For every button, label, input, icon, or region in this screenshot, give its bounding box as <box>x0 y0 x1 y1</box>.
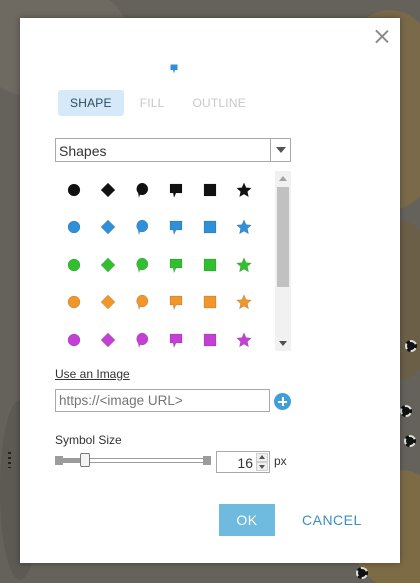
symbol-dialog: SHAPE FILL OUTLINE Shapes Use an Image S… <box>20 18 400 563</box>
square-glyph <box>203 258 217 271</box>
square-glyph <box>203 333 217 346</box>
symbol-grid-scrollbar[interactable] <box>275 171 291 351</box>
circle-glyph <box>67 183 81 196</box>
square-pin-symbol-icon[interactable] <box>159 171 193 209</box>
star-symbol-icon[interactable] <box>227 209 261 247</box>
pin-glyph <box>136 332 149 348</box>
diamond-symbol-icon[interactable] <box>91 246 125 284</box>
square-glyph <box>203 183 217 196</box>
square-symbol-icon[interactable] <box>193 171 227 209</box>
pin-symbol-icon[interactable] <box>125 209 159 247</box>
cancel-button[interactable]: CANCEL <box>302 504 366 536</box>
circle-glyph <box>67 296 81 309</box>
size-unit-label: px <box>274 454 287 468</box>
symbol-size-value[interactable]: 16 <box>237 455 253 471</box>
select-value: Shapes <box>59 143 107 159</box>
square-symbol-icon[interactable] <box>193 209 227 247</box>
symbol-size-slider[interactable] <box>55 453 211 467</box>
symbol-size-stepper[interactable]: 16 <box>216 451 270 473</box>
map-marker <box>400 405 412 417</box>
star-glyph <box>236 219 252 235</box>
square-glyph <box>203 221 217 234</box>
pin-glyph <box>136 219 149 235</box>
square-symbol-icon[interactable] <box>193 246 227 284</box>
scroll-up-arrow-icon[interactable] <box>279 176 287 181</box>
square-pin-glyph <box>169 258 183 274</box>
diamond-symbol-icon[interactable] <box>91 321 125 359</box>
pin-glyph <box>136 294 149 310</box>
close-icon[interactable] <box>374 28 390 44</box>
increment-arrow-icon[interactable] <box>256 453 268 462</box>
square-pin-glyph <box>169 183 183 199</box>
pin-glyph <box>136 257 149 273</box>
square-pin-symbol-icon[interactable] <box>159 246 193 284</box>
square-pin-glyph <box>169 333 183 349</box>
diamond-glyph <box>100 182 116 198</box>
image-url-input[interactable] <box>55 389 270 412</box>
star-symbol-icon[interactable] <box>227 321 261 359</box>
preview-fill <box>170 64 178 74</box>
map-marker <box>405 340 417 352</box>
square-symbol-icon[interactable] <box>193 284 227 322</box>
diamond-glyph <box>100 332 116 348</box>
square-pin-glyph <box>169 221 183 236</box>
select-arrow-button[interactable] <box>270 139 290 161</box>
circle-symbol-icon[interactable] <box>57 171 91 209</box>
star-glyph <box>236 294 252 310</box>
star-symbol-icon[interactable] <box>227 246 261 284</box>
pin-glyph <box>136 182 149 198</box>
scroll-thumb[interactable] <box>277 187 289 287</box>
diamond-symbol-icon[interactable] <box>91 209 125 247</box>
square-pin-symbol-icon[interactable] <box>159 284 193 322</box>
add-image-icon[interactable] <box>274 393 291 410</box>
diamond-glyph <box>100 294 116 310</box>
decrement-arrow-icon[interactable] <box>256 462 268 471</box>
star-symbol-icon[interactable] <box>227 284 261 322</box>
diamond-symbol-icon[interactable] <box>91 171 125 209</box>
tab-fill[interactable]: FILL <box>128 90 177 116</box>
star-glyph <box>236 181 252 198</box>
slider-endcap-right <box>203 456 211 465</box>
use-image-link[interactable]: Use an Image <box>55 367 130 381</box>
star-symbol-icon[interactable] <box>227 171 261 209</box>
circle-glyph <box>67 221 81 234</box>
map-marker <box>356 567 368 579</box>
chevron-down-icon <box>276 147 286 153</box>
star-glyph <box>236 331 252 348</box>
star-glyph <box>236 256 252 273</box>
slider-thumb[interactable] <box>80 453 90 467</box>
map-handle <box>8 452 11 468</box>
ok-button[interactable]: OK <box>219 504 275 536</box>
circle-symbol-icon[interactable] <box>57 284 91 322</box>
map-marker <box>404 435 416 447</box>
tab-outline[interactable]: OUTLINE <box>181 90 258 116</box>
circle-glyph <box>67 333 81 346</box>
square-pin-symbol-icon[interactable] <box>159 321 193 359</box>
square-pin-glyph <box>169 296 183 311</box>
circle-symbol-icon[interactable] <box>57 209 91 247</box>
slider-endcap-left <box>55 456 63 465</box>
diamond-glyph <box>100 257 116 273</box>
circle-symbol-icon[interactable] <box>57 246 91 284</box>
symbol-size-label: Symbol Size <box>55 433 122 447</box>
circle-glyph <box>67 258 81 271</box>
symbol-preview <box>170 64 178 74</box>
symbol-tabs: SHAPE FILL OUTLINE <box>58 90 262 116</box>
square-symbol-icon[interactable] <box>193 321 227 359</box>
symbol-category-select[interactable]: Shapes <box>55 138 291 162</box>
circle-symbol-icon[interactable] <box>57 321 91 359</box>
square-pin-symbol-icon[interactable] <box>159 209 193 247</box>
scroll-down-arrow-icon[interactable] <box>279 341 287 346</box>
pin-symbol-icon[interactable] <box>125 284 159 322</box>
square-glyph <box>203 296 217 309</box>
diamond-glyph <box>100 219 116 235</box>
diamond-symbol-icon[interactable] <box>91 284 125 322</box>
tab-shape[interactable]: SHAPE <box>58 90 124 116</box>
pin-symbol-icon[interactable] <box>125 321 159 359</box>
pin-symbol-icon[interactable] <box>125 246 159 284</box>
symbol-grid <box>55 171 275 351</box>
pin-symbol-icon[interactable] <box>125 171 159 209</box>
